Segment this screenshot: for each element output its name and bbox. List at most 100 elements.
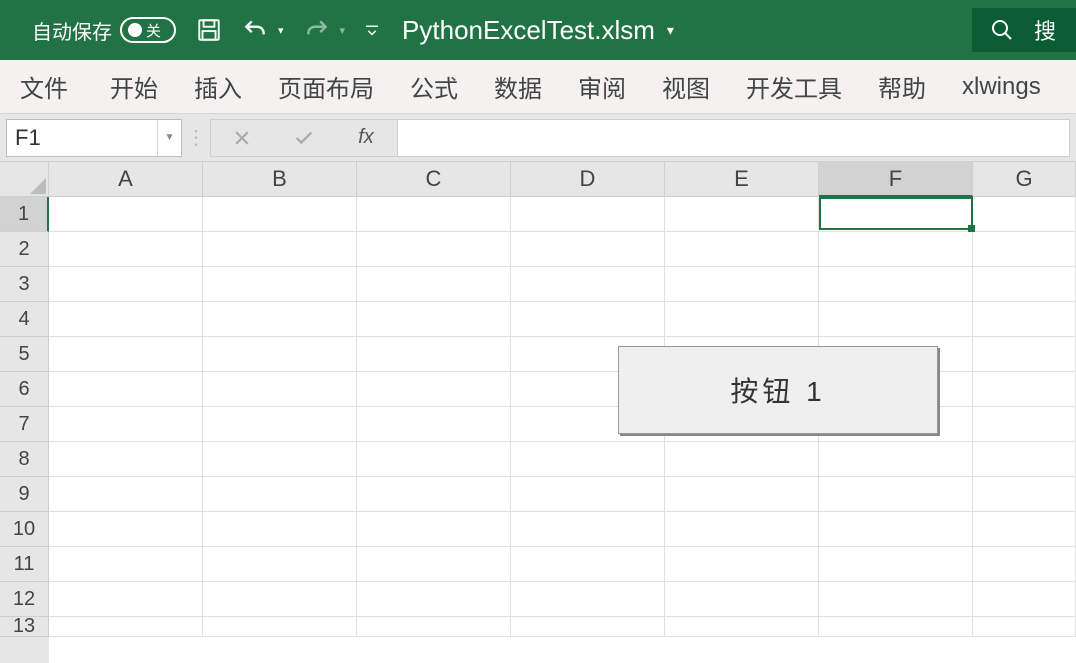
cell[interactable]	[203, 407, 357, 442]
cell[interactable]	[973, 442, 1076, 477]
cell[interactable]	[49, 442, 203, 477]
cell[interactable]	[973, 372, 1076, 407]
cell[interactable]	[49, 407, 203, 442]
cell[interactable]	[49, 512, 203, 547]
cell[interactable]	[203, 442, 357, 477]
cell[interactable]	[973, 512, 1076, 547]
cell[interactable]	[49, 197, 203, 232]
row-header-13[interactable]: 13	[0, 617, 49, 637]
customize-qat-button[interactable]	[363, 21, 381, 39]
tab-home[interactable]: 开始	[92, 60, 176, 113]
cell[interactable]	[357, 582, 511, 617]
cell[interactable]	[819, 617, 973, 637]
cell[interactable]	[203, 232, 357, 267]
cell[interactable]	[973, 547, 1076, 582]
file-title[interactable]: PythonExcelTest.xlsm ▾	[402, 15, 674, 46]
cell[interactable]	[357, 267, 511, 302]
cell[interactable]	[49, 337, 203, 372]
cell[interactable]	[357, 302, 511, 337]
cell[interactable]	[49, 477, 203, 512]
save-button[interactable]	[196, 17, 222, 43]
name-box-dropdown-icon[interactable]: ▼	[157, 120, 181, 156]
row-header-7[interactable]: 7	[0, 407, 49, 442]
row-header-3[interactable]: 3	[0, 267, 49, 302]
tab-page-layout[interactable]: 页面布局	[260, 60, 392, 113]
cell[interactable]	[49, 582, 203, 617]
enter-button[interactable]	[273, 127, 335, 149]
undo-button[interactable]	[240, 17, 270, 43]
select-all-corner[interactable]	[0, 162, 49, 197]
col-header-C[interactable]: C	[357, 162, 511, 197]
cell[interactable]	[203, 582, 357, 617]
cell[interactable]	[819, 302, 973, 337]
row-header-12[interactable]: 12	[0, 582, 49, 617]
cell[interactable]	[357, 512, 511, 547]
cell[interactable]	[665, 617, 819, 637]
cell[interactable]	[511, 232, 665, 267]
tab-insert[interactable]: 插入	[176, 60, 260, 113]
cell[interactable]	[49, 372, 203, 407]
cell[interactable]	[357, 197, 511, 232]
col-header-D[interactable]: D	[511, 162, 665, 197]
cell[interactable]	[665, 512, 819, 547]
cell[interactable]	[819, 477, 973, 512]
row-header-9[interactable]: 9	[0, 477, 49, 512]
cell[interactable]	[203, 617, 357, 637]
tab-developer[interactable]: 开发工具	[728, 60, 860, 113]
col-header-E[interactable]: E	[665, 162, 819, 197]
row-header-1[interactable]: 1	[0, 197, 49, 232]
tab-formulas[interactable]: 公式	[392, 60, 476, 113]
col-header-F[interactable]: F	[819, 162, 973, 197]
cell[interactable]	[665, 477, 819, 512]
name-box[interactable]: F1 ▼	[6, 119, 182, 157]
cell[interactable]	[819, 267, 973, 302]
cell[interactable]	[203, 372, 357, 407]
cell[interactable]	[973, 232, 1076, 267]
col-header-G[interactable]: G	[973, 162, 1076, 197]
cell[interactable]	[511, 442, 665, 477]
cell[interactable]	[203, 512, 357, 547]
col-header-A[interactable]: A	[49, 162, 203, 197]
cell[interactable]	[49, 232, 203, 267]
cell[interactable]	[357, 372, 511, 407]
cell[interactable]	[511, 267, 665, 302]
cell[interactable]	[357, 407, 511, 442]
cell[interactable]	[357, 442, 511, 477]
insert-function-button[interactable]: fx	[335, 126, 397, 149]
cell[interactable]	[511, 197, 665, 232]
cell[interactable]	[973, 617, 1076, 637]
cell[interactable]	[973, 477, 1076, 512]
row-header-8[interactable]: 8	[0, 442, 49, 477]
cell[interactable]	[511, 617, 665, 637]
search-box[interactable]: 搜	[972, 8, 1076, 52]
redo-button[interactable]	[302, 17, 332, 43]
cell[interactable]	[511, 547, 665, 582]
cancel-button[interactable]	[211, 128, 273, 148]
row-header-5[interactable]: 5	[0, 337, 49, 372]
autosave-toggle[interactable]: 关	[120, 17, 176, 43]
cell[interactable]	[819, 232, 973, 267]
undo-dropdown-icon[interactable]: ▾	[278, 24, 284, 37]
redo-dropdown-icon[interactable]: ▾	[340, 24, 346, 37]
cell[interactable]	[973, 407, 1076, 442]
col-header-B[interactable]: B	[203, 162, 357, 197]
cell[interactable]	[665, 582, 819, 617]
row-header-4[interactable]: 4	[0, 302, 49, 337]
cell[interactable]	[665, 267, 819, 302]
cell[interactable]	[357, 477, 511, 512]
cell[interactable]	[665, 302, 819, 337]
tab-help[interactable]: 帮助	[860, 60, 944, 113]
row-header-11[interactable]: 11	[0, 547, 49, 582]
tab-xlwings[interactable]: xlwings	[944, 60, 1059, 113]
formula-input[interactable]	[398, 119, 1070, 157]
cell[interactable]	[819, 442, 973, 477]
cell[interactable]	[665, 547, 819, 582]
row-header-2[interactable]: 2	[0, 232, 49, 267]
tab-review[interactable]: 审阅	[560, 60, 644, 113]
cell[interactable]	[819, 582, 973, 617]
cell[interactable]	[973, 337, 1076, 372]
cell[interactable]	[511, 477, 665, 512]
cell[interactable]	[203, 477, 357, 512]
cell[interactable]	[973, 267, 1076, 302]
cell[interactable]	[665, 197, 819, 232]
